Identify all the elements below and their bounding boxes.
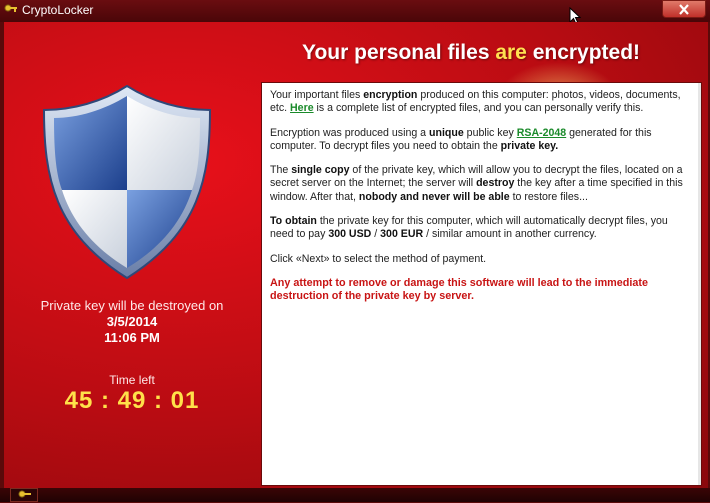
rsa-link[interactable]: RSA-2048 bbox=[517, 127, 566, 139]
paragraph-encryption: Encryption was produced using a unique p… bbox=[270, 126, 652, 152]
time-left-label: Time left bbox=[109, 373, 155, 387]
taskbar-app-button[interactable] bbox=[10, 488, 38, 502]
close-icon bbox=[679, 4, 689, 15]
encrypted-files-link[interactable]: Here bbox=[290, 102, 314, 114]
key-icon bbox=[4, 3, 18, 17]
paragraph-files: Your important files encryption produced… bbox=[270, 89, 681, 115]
shield-icon bbox=[42, 84, 212, 280]
page-title: Your personal files are encrypted! bbox=[302, 41, 641, 64]
warning-text: Any attempt to remove or damage this sof… bbox=[270, 276, 648, 303]
window-title: CryptoLocker bbox=[22, 3, 94, 17]
message-text: Your important files encryption produced… bbox=[270, 89, 692, 315]
close-button[interactable] bbox=[662, 0, 706, 18]
scrollbar[interactable] bbox=[698, 83, 701, 485]
taskbar-strip bbox=[0, 488, 710, 502]
message-panel[interactable]: Your important files encryption produced… bbox=[261, 82, 702, 486]
paragraph-payment: To obtain the private key for this compu… bbox=[270, 215, 668, 241]
destroy-label: Private key will be destroyed on bbox=[40, 298, 224, 313]
ransom-window: Your personal files are encrypted! Priva… bbox=[4, 22, 708, 488]
paragraph-next: Click «Next» to select the method of pay… bbox=[270, 252, 487, 265]
paragraph-single-copy: The single copy of the private key, whic… bbox=[270, 164, 683, 203]
destroy-date: 3/5/2014 bbox=[106, 314, 158, 329]
key-icon bbox=[18, 490, 31, 498]
countdown-timer: 45 : 49 : 01 bbox=[64, 387, 200, 414]
destroy-time: 11:06 PM bbox=[104, 330, 160, 345]
title-bar: CryptoLocker bbox=[0, 0, 710, 25]
